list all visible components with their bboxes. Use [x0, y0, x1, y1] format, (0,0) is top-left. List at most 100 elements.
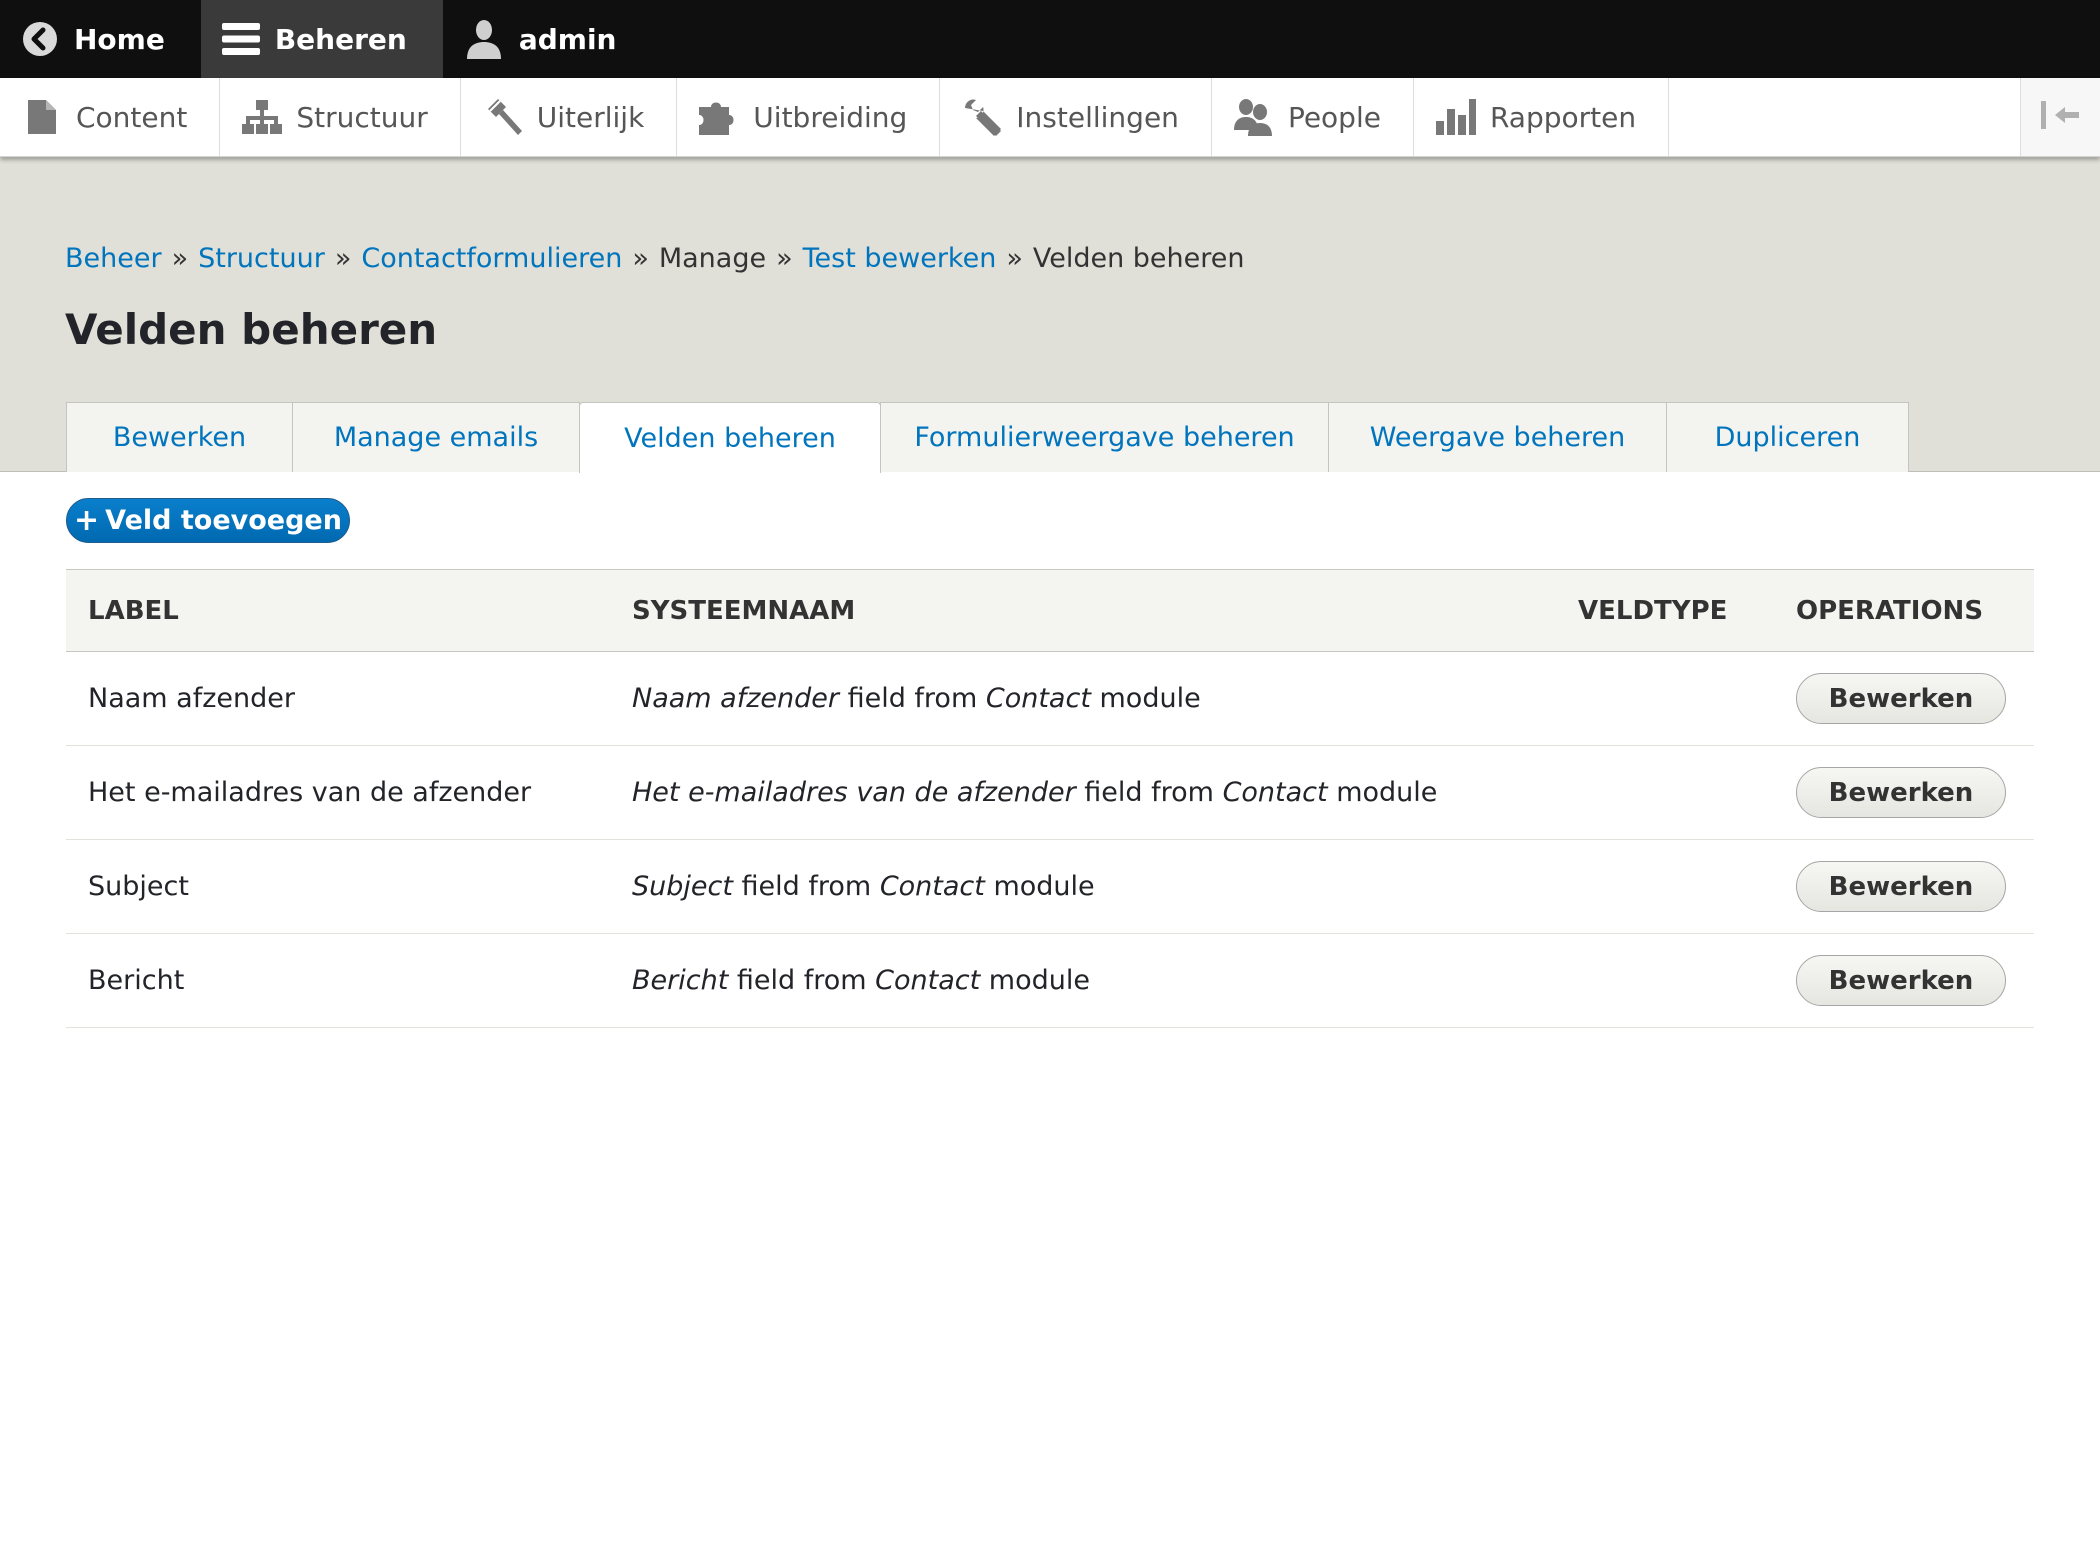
- sitemap-icon: [242, 97, 283, 137]
- table-row: Het e-mailadres van de afzender Het e-ma…: [66, 745, 2034, 840]
- tray-item-label: Uitbreiding: [753, 100, 908, 134]
- breadcrumb-current: Velden beheren: [1032, 243, 1245, 274]
- tray-item-structuur[interactable]: Structuur: [220, 78, 461, 156]
- tray-item-label: Uiterlijk: [536, 100, 645, 134]
- tray-item-uiterlijk[interactable]: Uiterlijk: [461, 78, 678, 156]
- field-label: Naam afzender: [66, 651, 610, 746]
- field-type: [1556, 839, 1774, 934]
- people-icon: [1233, 97, 1274, 137]
- field-system-name: Bericht field from Contact module: [610, 933, 1556, 1028]
- module-name-italic: Contact: [985, 683, 1091, 714]
- header-field-type: VELDTYPE: [1556, 569, 1774, 652]
- toolbar-manage-tab[interactable]: Beheren: [200, 0, 443, 78]
- add-field-label: Veld toevoegen: [105, 505, 342, 536]
- field-system-name: Naam afzender field from Contact module: [610, 651, 1556, 746]
- tray-item-uitbreiding[interactable]: Uitbreiding: [677, 78, 941, 156]
- field-operations: Bewerken: [1774, 933, 2034, 1028]
- field-type: [1556, 651, 1774, 746]
- page-header: Beheer » Structuur » Contactformulieren » Mana…: [0, 157, 2100, 473]
- module-text: module: [988, 965, 1090, 996]
- tab-formulierweergave-beheren[interactable]: Formulierweergave beheren: [880, 402, 1329, 472]
- tray-item-instellingen[interactable]: Instellingen: [940, 78, 1212, 156]
- breadcrumb-separator: »: [171, 243, 189, 274]
- tray-item-label: Rapporten: [1489, 100, 1637, 134]
- module-name-italic: Contact: [875, 965, 981, 996]
- plus-icon: +: [74, 503, 100, 538]
- toolbar-home-link[interactable]: Home: [0, 0, 201, 78]
- field-type: [1556, 745, 1774, 840]
- field-label: Bericht: [66, 933, 610, 1028]
- toolbar-manage-label: Beheren: [274, 22, 407, 56]
- field-from-text: field from: [741, 871, 872, 902]
- admin-tray: Content Structuur Uiterlijk Uitbreiding …: [0, 78, 2100, 157]
- field-name-italic: Het e-mailadres van de afzender: [632, 777, 1076, 808]
- primary-tabs: Bewerken Manage emails Velden beheren Fo…: [66, 402, 1909, 473]
- tab-dupliceren[interactable]: Dupliceren: [1666, 402, 1909, 472]
- field-label: Het e-mailadres van de afzender: [66, 745, 610, 840]
- edit-button[interactable]: Bewerken: [1796, 673, 2006, 724]
- tab-weergave-beheren[interactable]: Weergave beheren: [1328, 402, 1667, 472]
- header-label: LABEL: [66, 569, 610, 652]
- field-system-name: Het e-mailadres van de afzender field fr…: [610, 745, 1556, 840]
- edit-button[interactable]: Bewerken: [1796, 767, 2006, 818]
- user-icon: [463, 19, 505, 59]
- module-name-italic: Contact: [879, 871, 985, 902]
- admin-toolbar: Home Beheren admin: [0, 0, 2100, 78]
- breadcrumb-separator: »: [1006, 243, 1023, 274]
- breadcrumb-link-contactformulieren[interactable]: Contactformulieren: [361, 243, 622, 274]
- breadcrumb-link-test-bewerken[interactable]: Test bewerken: [803, 243, 997, 274]
- breadcrumb-separator: »: [334, 243, 352, 274]
- paintbrush-icon: [483, 97, 523, 137]
- tab-velden-beheren[interactable]: Velden beheren: [579, 402, 881, 473]
- field-label: Subject: [66, 839, 610, 934]
- hamburger-menu-icon: [221, 19, 261, 59]
- field-system-name: Subject field from Contact module: [610, 839, 1556, 934]
- tray-item-content[interactable]: Content: [0, 78, 221, 156]
- field-name-italic: Bericht: [632, 965, 729, 996]
- toolbar-user-tab[interactable]: admin: [443, 0, 653, 78]
- tray-item-rapporten[interactable]: Rapporten: [1414, 78, 1670, 156]
- breadcrumb-link-structuur[interactable]: Structuur: [198, 243, 325, 274]
- add-field-button[interactable]: + Veld toevoegen: [66, 498, 350, 543]
- module-name-italic: Contact: [1222, 777, 1328, 808]
- collapse-tray-icon: [2040, 101, 2081, 133]
- field-type: [1556, 933, 1774, 1028]
- header-operations: OPERATIONS: [1774, 569, 2034, 652]
- table-row: Naam afzender Naam afzender field from C…: [66, 651, 2034, 746]
- edit-button[interactable]: Bewerken: [1796, 955, 2006, 1006]
- page-title: Velden beheren: [65, 305, 438, 354]
- tray-item-label: Structuur: [296, 100, 428, 134]
- tray-item-label: Content: [76, 100, 188, 134]
- breadcrumb-separator: »: [776, 243, 793, 274]
- bar-chart-icon: [1435, 97, 1476, 137]
- edit-button[interactable]: Bewerken: [1796, 861, 2006, 912]
- tray-spacer: [1669, 78, 2020, 156]
- toolbar-home-label: Home: [74, 22, 165, 56]
- breadcrumb-text-manage: Manage: [658, 243, 767, 274]
- breadcrumb-separator: »: [632, 243, 649, 274]
- table-header-row: LABEL SYSTEEMNAAM VELDTYPE OPERATIONS: [66, 569, 2034, 652]
- toolbar-user-label: admin: [518, 22, 617, 56]
- breadcrumb-link-beheer[interactable]: Beheer: [65, 243, 162, 274]
- tray-item-people[interactable]: People: [1212, 78, 1414, 156]
- wrench-icon: [962, 97, 1002, 137]
- module-text: module: [1099, 683, 1201, 714]
- field-operations: Bewerken: [1774, 839, 2034, 934]
- tab-manage-emails[interactable]: Manage emails: [292, 402, 580, 472]
- breadcrumb: Beheer » Structuur » Contactformulieren » Mana…: [65, 243, 1245, 274]
- tray-item-label: Instellingen: [1016, 100, 1179, 134]
- file-icon: [22, 97, 62, 137]
- tray-item-label: People: [1287, 100, 1381, 134]
- tab-bewerken[interactable]: Bewerken: [66, 402, 293, 472]
- field-from-text: field from: [1084, 777, 1214, 808]
- puzzle-icon: [699, 97, 739, 137]
- fields-table: LABEL SYSTEEMNAAM VELDTYPE OPERATIONS Na…: [66, 569, 2034, 1028]
- field-name-italic: Subject: [632, 871, 733, 902]
- header-system-name: SYSTEEMNAAM: [610, 569, 1556, 652]
- module-text: module: [993, 871, 1095, 902]
- field-from-text: field from: [736, 965, 867, 996]
- tray-orientation-toggle[interactable]: [2020, 78, 2100, 156]
- table-row: Bericht Bericht field from Contact modul…: [66, 933, 2034, 1028]
- module-text: module: [1336, 777, 1438, 808]
- back-arrow-icon: [20, 19, 60, 59]
